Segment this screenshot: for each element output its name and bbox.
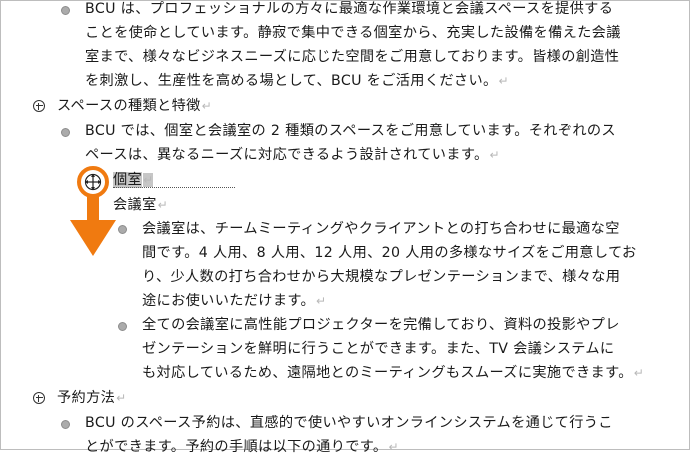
heading-spaces[interactable]: スペースの種類と特徴↵ [57,94,212,118]
paragraph-mark: ↵ [489,148,500,162]
paragraph-mark: ↵ [498,74,509,88]
para3-line-2: 間です。4 人用、8 人用、12 人用、20 人用の多様なサイズをご用意してお [142,245,637,261]
para1-line-1: BCU は、プロフェッショナルの方々に最適な作業環境と会議スペースを提供する [85,1,614,17]
paragraph-mark: ↵ [633,366,645,380]
para3-line-1: 会議室は、チームミーティングやクライアントとの打ち合わせに最適な空 [142,221,620,237]
paragraph-mark: ↵ [116,391,127,405]
paragraph-mark: ↵ [157,198,169,212]
drag-down-arrow-icon [70,196,116,256]
para1-line-4: を刺激し、生産性を高める場として、BCU をご活用ください。↵ [85,73,509,89]
para3-line-3: り、少人数の打ち合わせから大規模なプレゼンテーションまで、様々な用 [142,269,621,285]
para5-line-2: とができます。予約の手順は以下の通りです。↵ [85,439,399,455]
paragraph-mark: ↵ [143,173,154,187]
bullet-icon [118,225,127,234]
paragraph-mark: ↵ [316,294,327,308]
paragraph-mark: ↵ [201,99,213,113]
heading-meeting-room[interactable]: 会議室↵ [113,193,168,217]
heading-private-room[interactable]: 個室↵ [113,168,154,192]
para2-line-1: BCU では、個室と会議室の 2 種類のスペースをご用意しています。それぞれのス [85,123,616,139]
para4-line-1: 全ての会議室に高性能プロジェクターを完備しており、資料の投影やプレ [142,317,620,333]
expand-plus-icon[interactable] [33,392,45,404]
move-handle-icon[interactable] [77,166,109,198]
bullet-icon [61,420,70,429]
para4-line-3: も対応しているため、遠隔地とのミーティングもスムーズに実施できます。↵ [142,365,645,381]
bullet-icon [61,128,70,137]
expand-plus-icon[interactable] [33,100,45,112]
para5-line-1: BCU のスペース予約は、直感的で使いやすいオンラインシステムを通じて行うこ [85,415,613,431]
para2-line-2: ペースは、異なるニーズに対応できるよう設計されています。↵ [85,147,500,163]
drop-indicator-line [113,187,235,188]
para1-line-2: ことを使命としています。静寂で集中できる個室から、充実した設備を備えた会議 [85,25,621,41]
para3-line-4: 途にお使いいただけます。↵ [142,293,327,309]
heading-reservation[interactable]: 予約方法↵ [57,386,127,410]
para1-line-3: 室まで、様々なビジネスニーズに応じた空間をご用意しております。皆様の創造性 [85,49,620,65]
para4-line-2: ゼンテーションを鮮明に行うことができます。また、TV 会議システムに [142,341,615,357]
bullet-icon [118,322,127,331]
bullet-icon [61,6,70,15]
paragraph-mark: ↵ [388,440,399,454]
